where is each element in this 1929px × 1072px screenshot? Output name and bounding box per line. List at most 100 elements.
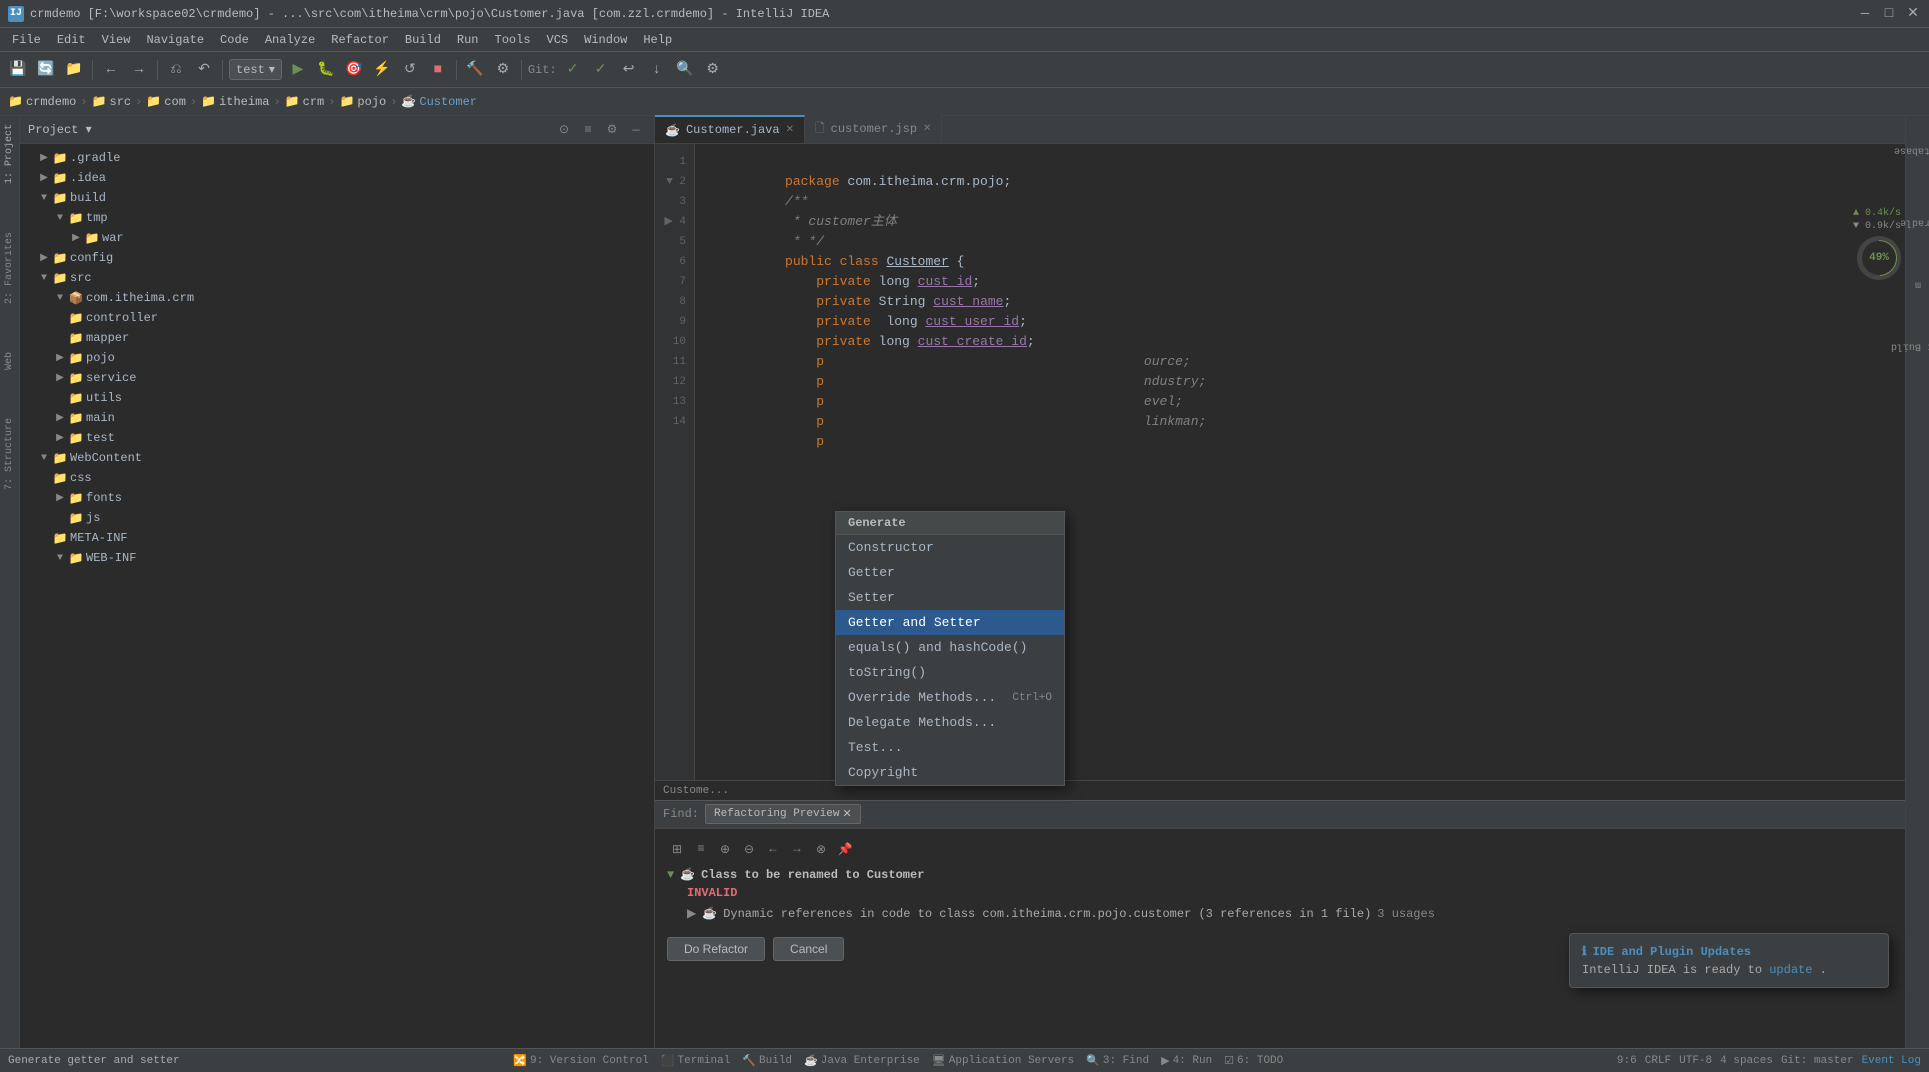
menu-navigate[interactable]: Navigate — [138, 31, 212, 49]
menu-help[interactable]: Help — [635, 31, 680, 49]
database-vtab[interactable]: Database — [1888, 140, 1929, 160]
tree-item-utils[interactable]: 📁 utils — [20, 388, 654, 408]
tree-item-build[interactable]: ▼ 📁 build — [20, 188, 654, 208]
menu-file[interactable]: File — [4, 31, 49, 49]
generate-button[interactable]: ⚙ — [491, 58, 515, 82]
settings-sidebar-button[interactable]: ≡ — [578, 120, 598, 140]
group-button[interactable]: ⊗ — [811, 839, 831, 859]
tab-customer-jsp-close[interactable]: ✕ — [923, 123, 931, 135]
navigate-prev-button[interactable]: ← — [763, 839, 783, 859]
close-button[interactable]: ✕ — [1905, 6, 1921, 22]
status-version-control[interactable]: 🔀 9: Version Control — [513, 1054, 649, 1068]
status-todo[interactable]: ☑ 6: TODO — [1224, 1054, 1283, 1068]
context-menu-getter-setter[interactable]: Getter and Setter — [836, 610, 1064, 635]
menu-edit[interactable]: Edit — [49, 31, 94, 49]
menu-window[interactable]: Window — [576, 31, 635, 49]
stop-button[interactable]: ■ — [426, 58, 450, 82]
minimize-sidebar-button[interactable]: — — [626, 120, 646, 140]
tree-item-pojo[interactable]: ▶ 📁 pojo — [20, 348, 654, 368]
menu-refactor[interactable]: Refactor — [323, 31, 397, 49]
collapse-button[interactable]: ⊖ — [739, 839, 759, 859]
refactoring-preview-close[interactable]: ✕ — [842, 807, 851, 821]
menu-vcs[interactable]: VCS — [539, 31, 577, 49]
status-build[interactable]: 🔨 Build — [742, 1054, 792, 1068]
sort-button[interactable]: ≡ — [691, 839, 711, 859]
window-controls[interactable]: — □ ✕ — [1857, 6, 1921, 22]
git-rollback-button[interactable]: ↩ — [617, 58, 641, 82]
debug-button[interactable]: 🐛 — [314, 58, 338, 82]
profile-button[interactable]: ⚡ — [370, 58, 394, 82]
menu-analyze[interactable]: Analyze — [257, 31, 323, 49]
favorites-vtab[interactable]: 2: Favorites — [2, 228, 17, 308]
sync-button[interactable]: 🔄 — [34, 58, 58, 82]
minimize-button[interactable]: — — [1857, 6, 1873, 22]
cancel-button[interactable]: Cancel — [773, 937, 844, 961]
maven-vtab[interactable]: m — [1898, 274, 1929, 294]
tree-item-config[interactable]: ▶ 📁 config — [20, 248, 654, 268]
refactoring-preview-tab[interactable]: Refactoring Preview ✕ — [705, 804, 861, 824]
filter-button[interactable]: ⊞ — [667, 839, 687, 859]
tree-item-css[interactable]: 📁 css — [20, 468, 654, 488]
settings-button[interactable]: ⚙ — [701, 58, 725, 82]
back-button[interactable]: ← — [99, 58, 123, 82]
breadcrumb-src[interactable]: 📁 src — [92, 94, 132, 109]
context-menu-equals-hashcode[interactable]: equals() and hashCode() — [836, 635, 1064, 660]
tree-item-gradle[interactable]: ▶ 📁 .gradle — [20, 148, 654, 168]
tree-item-js[interactable]: 📁 js — [20, 508, 654, 528]
status-java-enterprise[interactable]: ☕ Java Enterprise — [804, 1054, 920, 1068]
expand-button[interactable]: ⊕ — [715, 839, 735, 859]
breadcrumb-customer[interactable]: ☕ Customer — [401, 94, 477, 109]
menu-code[interactable]: Code — [212, 31, 257, 49]
git-update-button[interactable]: ✓ — [561, 58, 585, 82]
search-everywhere-button[interactable]: 🔍 — [673, 58, 697, 82]
breadcrumb-pojo[interactable]: 📁 pojo — [339, 94, 386, 109]
git-push-button[interactable]: ✓ — [589, 58, 613, 82]
tree-item-com-itheima[interactable]: ▼ 📦 com.itheima.crm — [20, 288, 654, 308]
status-run[interactable]: ▶ 4: Run — [1161, 1054, 1212, 1068]
status-app-servers[interactable]: 🖥 Application Servers — [932, 1054, 1074, 1068]
context-menu-override[interactable]: Override Methods... Ctrl+O — [836, 685, 1064, 710]
menu-tools[interactable]: Tools — [487, 31, 539, 49]
rerun-button[interactable]: ↺ — [398, 58, 422, 82]
open-file-button[interactable]: 📁 — [62, 58, 86, 82]
context-menu-tostring[interactable]: toString() — [836, 660, 1064, 685]
collapse-all-button[interactable]: ⊙ — [554, 120, 574, 140]
context-menu-getter[interactable]: Getter — [836, 560, 1064, 585]
status-terminal[interactable]: ⬛ Terminal — [661, 1054, 731, 1068]
context-menu-copyright[interactable]: Copyright — [836, 760, 1064, 785]
build-button[interactable]: 🔨 — [463, 58, 487, 82]
run-button[interactable]: ▶ — [286, 58, 310, 82]
tree-item-test[interactable]: ▶ 📁 test — [20, 428, 654, 448]
update-link[interactable]: update — [1769, 963, 1812, 977]
coverage-button[interactable]: 🎯 — [342, 58, 366, 82]
breadcrumb-project[interactable]: 📁 crmdemo — [8, 94, 76, 109]
tree-item-service[interactable]: ▶ 📁 service — [20, 368, 654, 388]
breadcrumb-itheima[interactable]: 📁 itheima — [201, 94, 269, 109]
ant-build-vtab[interactable]: Ant Build — [1888, 336, 1929, 356]
menu-build[interactable]: Build — [397, 31, 449, 49]
forward-button[interactable]: → — [127, 58, 151, 82]
tree-item-idea[interactable]: ▶ 📁 .idea — [20, 168, 654, 188]
redo-button[interactable]: ↶ — [192, 58, 216, 82]
context-menu-delegate[interactable]: Delegate Methods... — [836, 710, 1064, 735]
gear-icon[interactable]: ⚙ — [602, 120, 622, 140]
tree-item-src[interactable]: ▼ 📁 src — [20, 268, 654, 288]
tab-customer-java-close[interactable]: ✕ — [786, 124, 794, 136]
tree-item-meta-inf[interactable]: 📁 META-INF — [20, 528, 654, 548]
project-vtab[interactable]: 1: Project — [2, 120, 17, 188]
undo-button[interactable]: ⎌ — [164, 58, 188, 82]
do-refactor-button[interactable]: Do Refactor — [667, 937, 765, 961]
navigate-next-button[interactable]: → — [787, 839, 807, 859]
tree-item-main[interactable]: ▶ 📁 main — [20, 408, 654, 428]
breadcrumb-crm[interactable]: 📁 crm — [285, 94, 325, 109]
tree-item-web-inf[interactable]: ▼ 📁 WEB-INF — [20, 548, 654, 568]
tree-item-mapper[interactable]: 📁 mapper — [20, 328, 654, 348]
status-find[interactable]: 🔍 3: Find — [1086, 1054, 1149, 1068]
git-fetch-button[interactable]: ↓ — [645, 58, 669, 82]
run-config-dropdown[interactable]: test ▾ — [229, 59, 282, 80]
save-all-button[interactable]: 💾 — [6, 58, 30, 82]
context-menu-constructor[interactable]: Constructor — [836, 535, 1064, 560]
pin-button[interactable]: 📌 — [835, 839, 855, 859]
structure-vtab[interactable]: 7: Structure — [2, 414, 17, 494]
tree-item-tmp[interactable]: ▼ 📁 tmp — [20, 208, 654, 228]
